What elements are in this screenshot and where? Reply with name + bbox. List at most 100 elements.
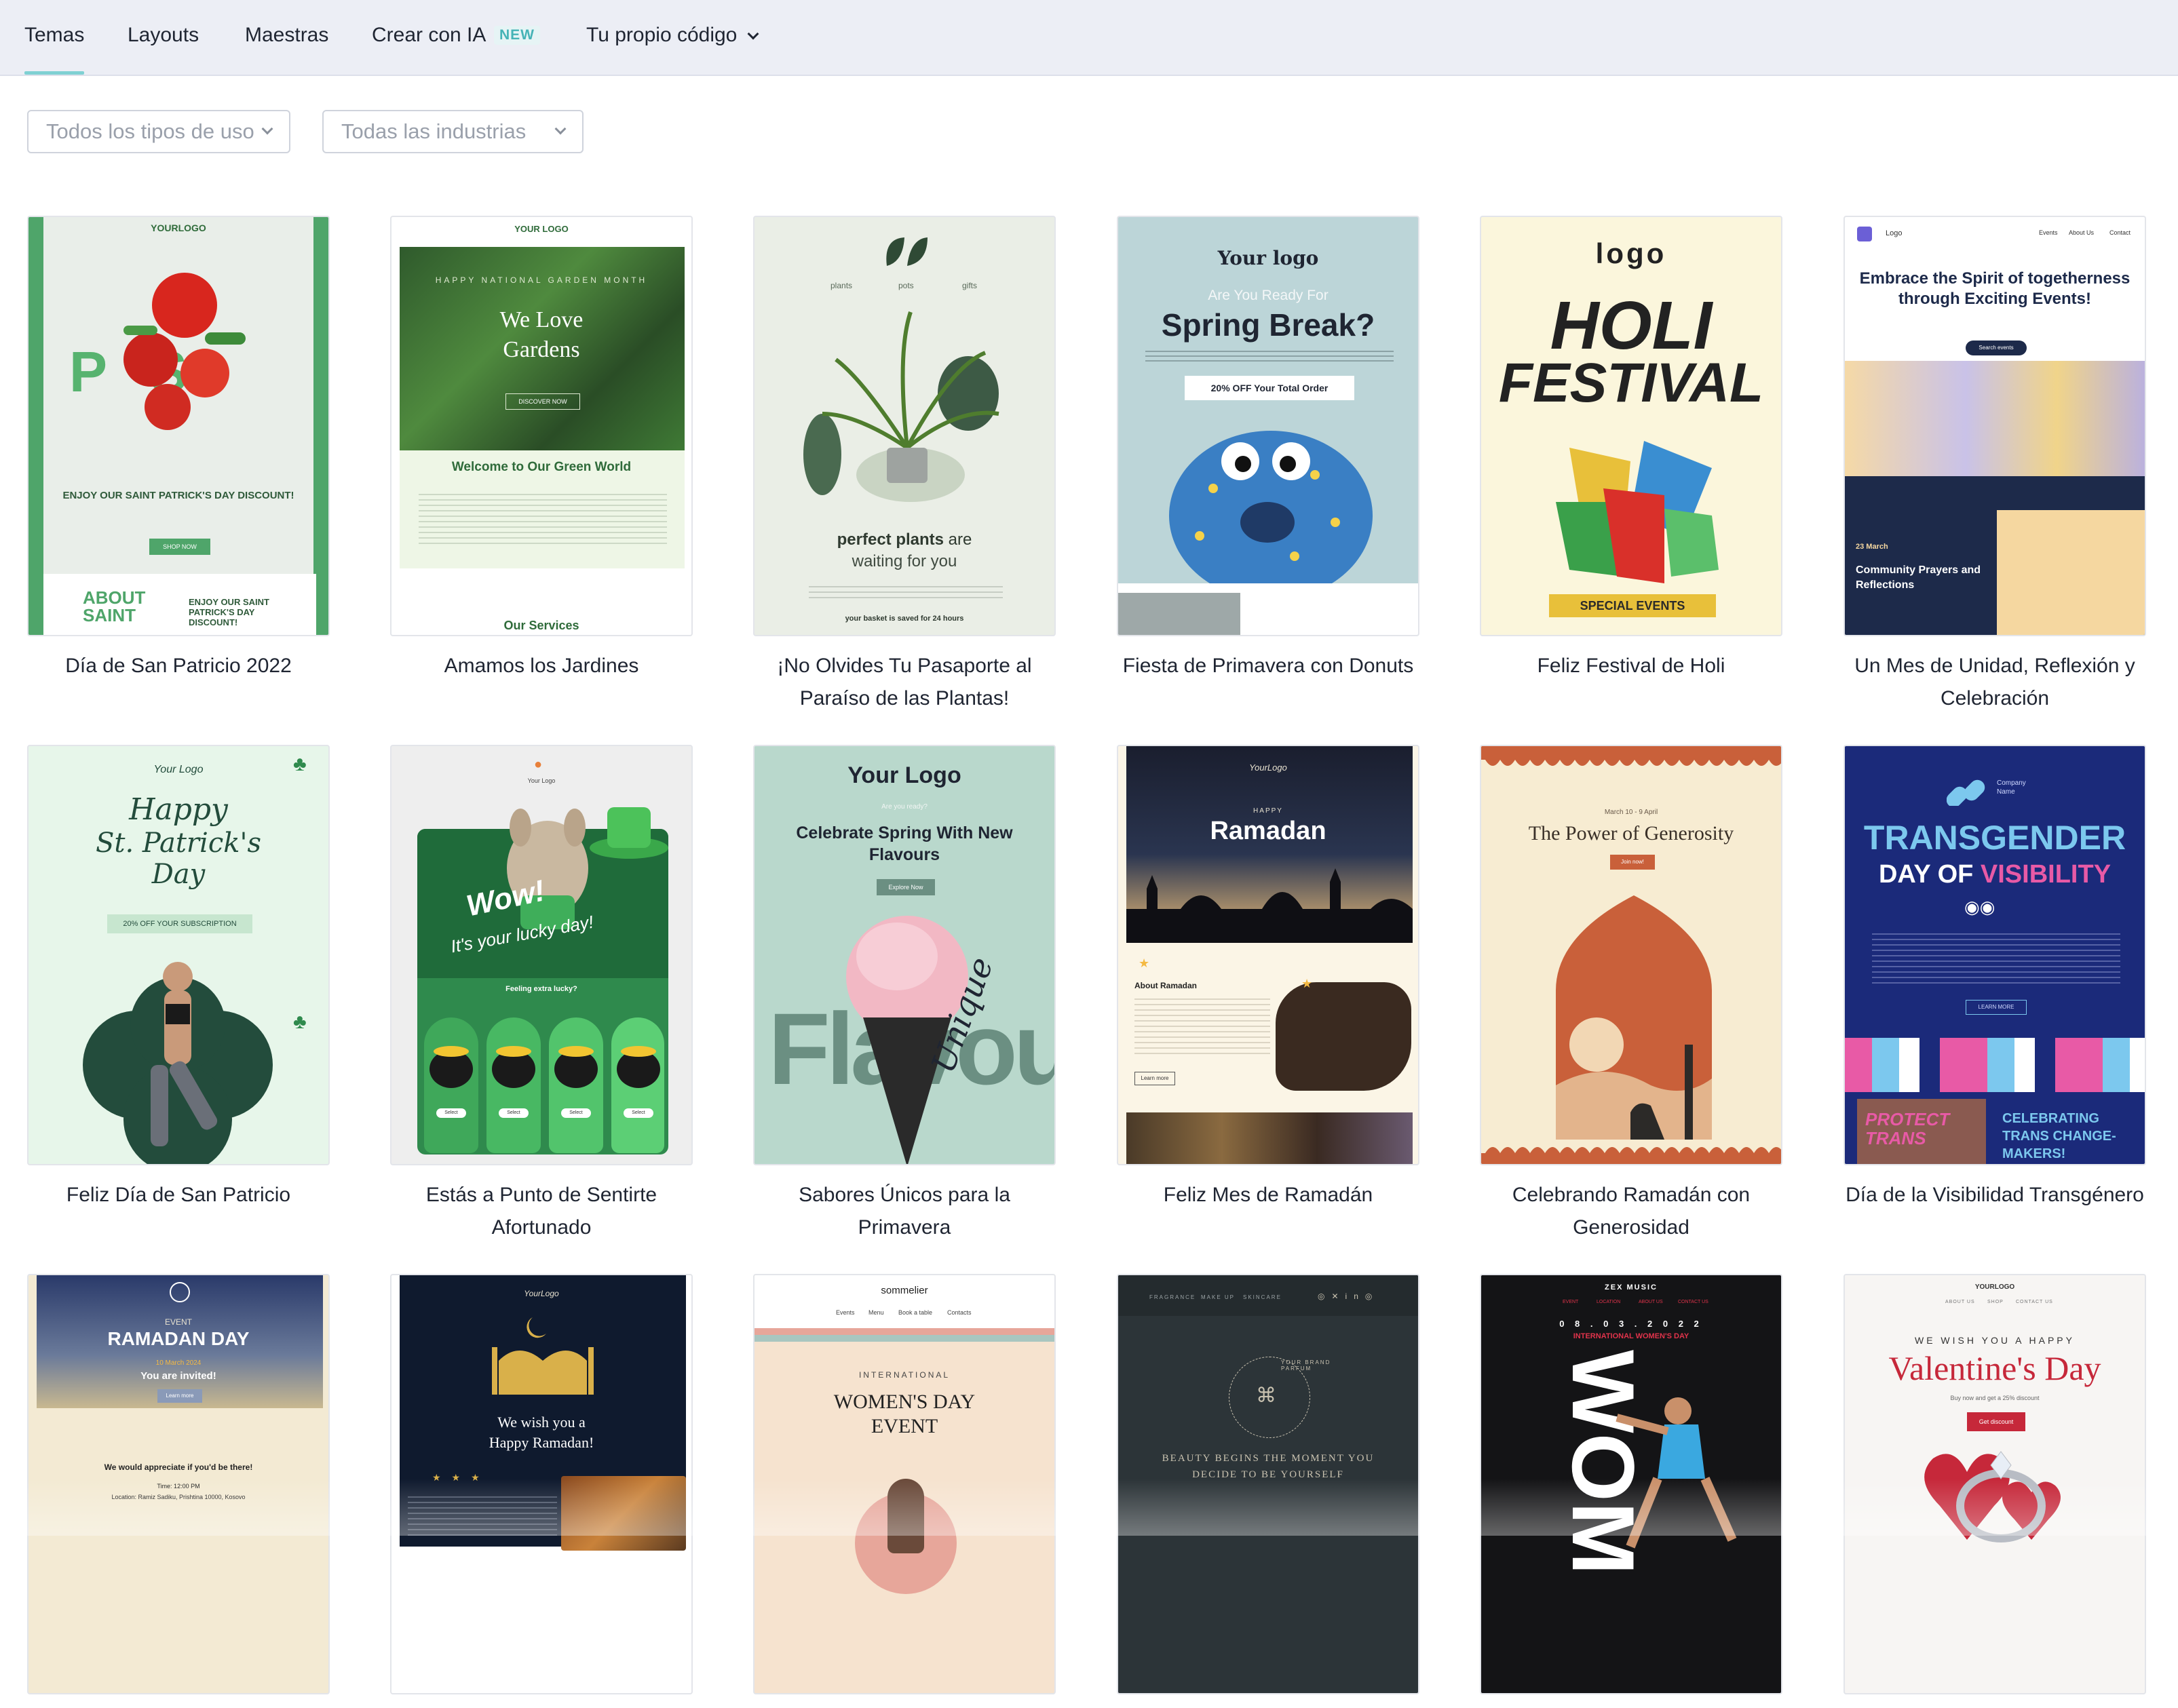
thumb-kicker: INTERNATIONAL (858, 1370, 951, 1380)
thumb-cta: Select (561, 1108, 591, 1118)
template-thumbnail[interactable]: FRAGRANCE MAKE UP SKINCARE ◎✕in◎ ⌘ YOUR … (1117, 1274, 1419, 1694)
template-thumbnail[interactable]: YOURLOGO ABOUT US SHOP CONTACT US WE WIS… (1843, 1274, 2146, 1694)
template-card[interactable]: YOURLOGO ABOUT US SHOP CONTACT US WE WIS… (1843, 1274, 2146, 1708)
thumb-kicker: EVENT (164, 1317, 192, 1327)
thumb-logo: Your Logo (527, 777, 556, 784)
tab-label: Tu propio código (586, 24, 738, 46)
company-logo-icon (1947, 779, 1985, 806)
template-card[interactable]: YOURLOGO P S ENJOY OUR SAINT PATRICK'S D… (27, 216, 330, 682)
template-thumbnail[interactable]: March 10 - 9 April The Power of Generosi… (1480, 745, 1782, 1165)
social-icons[interactable]: ◎✕in◎ (1318, 1292, 1379, 1301)
dancer-illustration (1616, 1397, 1737, 1549)
template-thumbnail[interactable]: sommelier Events Menu Book a table Conta… (753, 1274, 1056, 1694)
template-card[interactable]: YourLogo HAPPY Ramadan About Ramadan Lea… (1117, 745, 1419, 1211)
template-title: Fiesta de Primavera con Donuts (1122, 655, 1414, 677)
template-card[interactable]: Logo Events About Us Contact Embrace the… (1843, 216, 2146, 715)
tab-layouts[interactable]: Layouts (128, 20, 199, 54)
template-thumbnail[interactable]: plants pots gifts perfect plants are wai… (753, 216, 1056, 636)
template-card[interactable]: logo HOLI FESTIVAL SPECIAL EVENTS Feliz … (1480, 216, 1782, 682)
thumb-nav-fragrance: FRAGRANCE (1149, 1294, 1196, 1300)
industry-select[interactable]: Todas las industrias (322, 110, 584, 153)
template-thumbnail[interactable]: EVENT RAMADAN DAY 10 March 2024 You are … (27, 1274, 330, 1694)
template-thumbnail[interactable]: ZEX MUSIC EVENT LOCATION ABOUT US CONTAC… (1480, 1274, 1782, 1694)
heart-ring-illustration (1924, 1451, 2061, 1542)
template-thumbnail[interactable]: YOUR LOGO HAPPY NATIONAL GARDEN MONTH We… (390, 216, 693, 636)
thumb-headline-3: VISIBILITY (1980, 860, 2112, 889)
template-card[interactable]: March 10 - 9 April The Power of Generosi… (1480, 745, 1782, 1244)
star-icon: ★ (1139, 956, 1150, 970)
thumb-date: 23 March (1856, 543, 1888, 551)
template-card[interactable]: ZEX MUSIC EVENT LOCATION ABOUT US CONTAC… (1480, 1274, 1782, 1708)
template-thumbnail[interactable]: YOURLOGO P S ENJOY OUR SAINT PATRICK'S D… (27, 216, 330, 636)
tab-tu-propio-codigo[interactable]: Tu propio código (586, 20, 759, 54)
donut-monster-illustration (1169, 431, 1373, 583)
template-title: Sabores Únicos para la Primavera (799, 1184, 1010, 1239)
thumb-headline: Happy (129, 792, 228, 827)
thumb-headline: Embrace the Spirit of togetherness throu… (1859, 269, 2131, 308)
mosque-silhouette (1126, 868, 1413, 943)
thumb-cta: Select (499, 1108, 529, 1118)
decorative-border-top (1481, 746, 1781, 766)
template-card[interactable]: EVENT RAMADAN DAY 10 March 2024 You are … (27, 1274, 330, 1708)
template-thumbnail[interactable]: Your logo Are You Ready For Spring Break… (1117, 216, 1419, 636)
thumb-headline: Valentine's Day (1888, 1349, 2101, 1387)
thumb-headline-suffix: are (948, 530, 972, 549)
template-card[interactable]: YOUR LOGO HAPPY NATIONAL GARDEN MONTH We… (390, 216, 693, 682)
usage-type-select[interactable]: Todos los tipos de uso (27, 110, 290, 153)
template-card[interactable]: Your Logo Happy St. Patrick's Day 20% OF… (27, 745, 330, 1211)
thumb-headline-3: Day (151, 859, 206, 890)
tab-temas[interactable]: Temas (24, 20, 85, 75)
thumb-nav-skincare: SKINCARE (1243, 1294, 1282, 1300)
thumb-logo: Your Logo (847, 762, 961, 788)
template-card[interactable]: Your Logo Are you ready? Celebrate Sprin… (753, 745, 1056, 1244)
thumb-nav-events: Events (836, 1309, 855, 1316)
thumb-logo: Your Logo (153, 764, 204, 775)
thumb-cta: Learn more (1134, 1072, 1175, 1085)
template-card[interactable]: plants pots gifts perfect plants are wai… (753, 216, 1056, 715)
tab-maestras[interactable]: Maestras (245, 20, 328, 54)
thumb-logo: YOURLOGO (1974, 1283, 2015, 1291)
template-title: Un Mes de Unidad, Reflexión y Celebració… (1854, 655, 2135, 710)
template-thumbnail[interactable]: ● Your Logo Wow! It's your lucky day! Fe… (390, 745, 693, 1165)
template-thumbnail[interactable]: logo HOLI FESTIVAL SPECIAL EVENTS (1480, 216, 1782, 636)
thumb-kicker: HAPPY NATIONAL GARDEN MONTH (435, 275, 648, 285)
thumb-cta: Join now! (1610, 855, 1655, 870)
thumb-headline: ENJOY OUR SAINT PATRICK'S DAY DISCOUNT! (62, 490, 294, 501)
leaf-logo-icon (886, 237, 928, 266)
template-card[interactable]: sommelier Events Menu Book a table Conta… (753, 1274, 1056, 1708)
template-card[interactable]: ● Your Logo Wow! It's your lucky day! Fe… (390, 745, 693, 1244)
tab-crear-con-ia[interactable]: Crear con IA (372, 20, 486, 54)
thumb-cta: Get discount (1967, 1412, 2025, 1431)
thumb-headline: The Power of Generosity (1528, 822, 1734, 845)
thumb-headline: TRANSGENDER (1863, 819, 2126, 857)
thumb-headline: WOMEN'S DAY (833, 1391, 976, 1413)
clover-athlete-illustration (83, 962, 273, 1164)
shamrock-icon: ♣ (293, 1011, 307, 1033)
colored-hands-illustration (1556, 441, 1719, 583)
thumb-logo: YourLogo (524, 1289, 559, 1298)
top-tab-bar: Temas Layouts Maestras Crear con IA NEW … (0, 0, 2178, 76)
thumb-cta: Select (624, 1108, 653, 1118)
industry-placeholder: Todas las industrias (341, 119, 527, 143)
thumb-nav-menu: Menu (868, 1309, 884, 1316)
template-thumbnail[interactable]: YourLogo HAPPY Ramadan About Ramadan Lea… (1117, 745, 1419, 1165)
template-thumbnail[interactable]: Your Logo Happy St. Patrick's Day 20% OF… (27, 745, 330, 1165)
thumb-logo: Your logo (1217, 247, 1319, 269)
template-title: ¡No Olvides Tu Pasaporte al Paraíso de l… (777, 655, 1032, 710)
template-card[interactable]: Your logo Are You Ready For Spring Break… (1117, 216, 1419, 682)
template-thumbnail[interactable]: YourLogo We wish you a Happy Ramadan! ★★… (390, 1274, 693, 1694)
thumb-headline: We Love Gardens (499, 307, 584, 362)
template-thumbnail[interactable]: Your Logo Are you ready? Celebrate Sprin… (753, 745, 1056, 1165)
thumb-logo: Logo (1886, 229, 1903, 237)
thumb-nav-contact: Contact (2109, 229, 2131, 236)
template-card[interactable]: FRAGRANCE MAKE UP SKINCARE ◎✕in◎ ⌘ YOUR … (1117, 1274, 1419, 1708)
template-thumbnail[interactable]: Company Name TRANSGENDER DAY OF VISIBILI… (1843, 745, 2146, 1165)
thumb-subheading: Community Prayers and Reflections (1856, 564, 1981, 591)
template-card[interactable]: YourLogo We wish you a Happy Ramadan! ★★… (390, 1274, 693, 1708)
tomato-illustration (123, 273, 246, 430)
template-card[interactable]: Company Name TRANSGENDER DAY OF VISIBILI… (1843, 745, 2146, 1211)
thumb-cta: DISCOVER NOW (505, 393, 580, 410)
template-thumbnail[interactable]: Logo Events About Us Contact Embrace the… (1843, 216, 2146, 636)
thumb-headline: We wish you a (497, 1414, 586, 1431)
thumb-cta: 20% OFF Your Total Order (1185, 376, 1354, 400)
